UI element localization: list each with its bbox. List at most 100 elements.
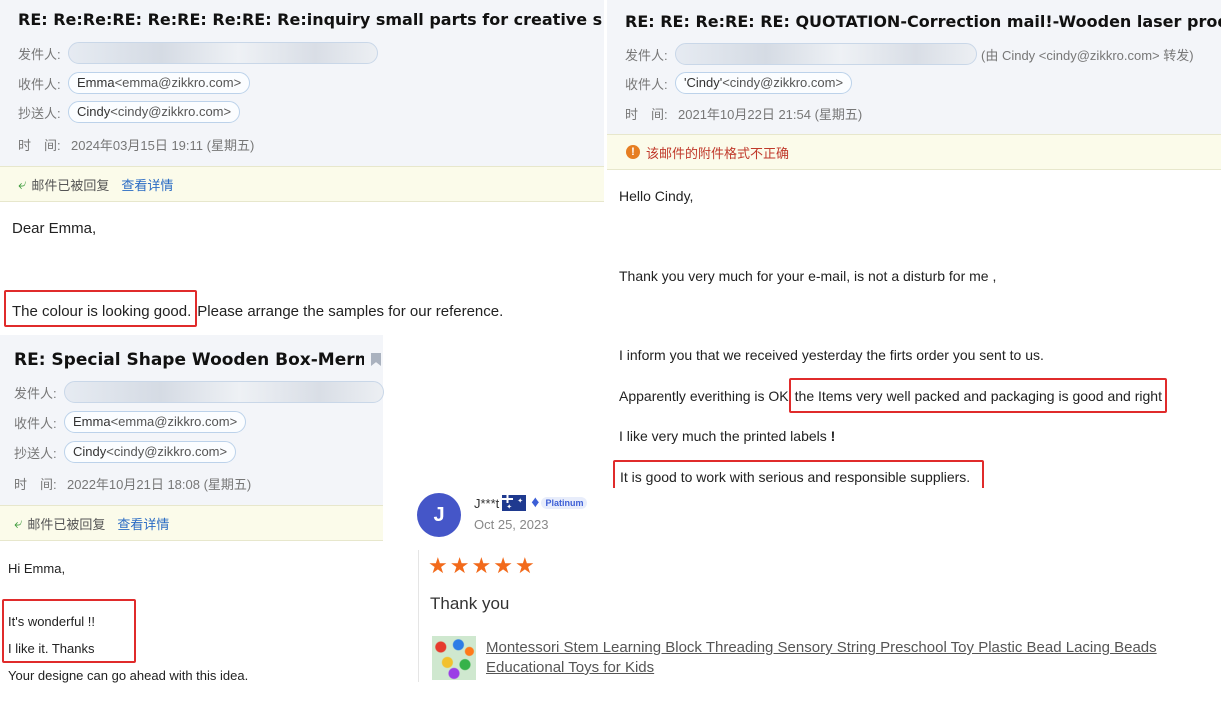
time-label: 时 间:: [14, 477, 57, 492]
email3-rest-line: Your designe can go ahead with this idea…: [8, 668, 249, 683]
email1-highlight-box: The colour is looking good.: [4, 290, 198, 327]
email3-cc-row: 抄送人: Cindy<cindy@zikkro.com>: [14, 441, 237, 463]
product-title-line2: Educational Toys for Kids: [486, 659, 655, 676]
email2-time: 2021年10月22日 21:54 (星期五): [678, 107, 863, 122]
forwarded-note: (由 Cindy <cindy@zikkro.com> 转发): [981, 47, 1194, 63]
view-details-link[interactable]: 查看详情: [121, 175, 173, 194]
email3-highlight-line2: I like it. Thanks: [8, 641, 95, 656]
diamond-icon: ♦: [531, 494, 540, 511]
email2-highlight-box-1: the Items very well packed and packaging…: [788, 378, 1167, 413]
time-label: 时 间:: [18, 138, 61, 153]
cc-chip[interactable]: Cindy<cindy@zikkro.com>: [64, 441, 237, 463]
email2-line2: I inform you that we received yesterday …: [619, 347, 1044, 363]
email1-cc-row: 抄送人: Cindy<cindy@zikkro.com>: [18, 101, 241, 123]
email3-time: 2022年10月21日 18:08 (星期五): [67, 477, 252, 492]
sender-chip-blurred[interactable]: [68, 42, 378, 64]
email2-line4-exclaim: !: [830, 428, 836, 444]
view-details-link[interactable]: 查看详情: [117, 514, 169, 533]
to-label: 收件人:: [18, 76, 61, 92]
email3-body: Hi Emma, It's wonderful !! I like it. Th…: [0, 541, 383, 706]
review-date: Oct 25, 2023: [474, 517, 549, 532]
email1-highlight-text: The colour is looking good.: [12, 303, 192, 320]
email2-highlight-text-1: the Items very well packed and packaging…: [794, 388, 1162, 404]
from-label: 发件人:: [625, 47, 668, 63]
email1-subject[interactable]: RE: Re:Re:RE: Re:RE: Re:RE: Re:inquiry s…: [18, 10, 602, 29]
reviewer-row: J***t ✦ ✦ ♦ Platinum: [474, 494, 588, 512]
platinum-badge: ♦ Platinum: [531, 494, 588, 512]
badge-label: Platinum: [541, 497, 588, 509]
reply-arrow-icon: ⤶: [14, 514, 23, 532]
email2-header: RE: RE: Re:RE: RE: QUOTATION-Correction …: [607, 0, 1221, 134]
recipient-name: 'Cindy': [684, 75, 723, 90]
cc-label: 抄送人:: [18, 105, 61, 121]
recipient-address: <cindy@zikkro.com>: [722, 75, 844, 90]
from-label: 发件人:: [14, 385, 57, 401]
email3-greeting: Hi Emma,: [8, 561, 66, 576]
cc-name: Cindy: [73, 444, 107, 459]
email3-highlight-line1: It's wonderful !!: [8, 614, 96, 629]
cc-label: 抄送人:: [14, 445, 57, 461]
email3-to-row: 收件人: Emma<emma@zikkro.com>: [14, 411, 247, 433]
reviewer-name: J***t: [474, 495, 500, 511]
email1-time: 2024年03月15日 19:11 (星期五): [71, 138, 255, 153]
reviewer-avatar: J: [417, 493, 461, 537]
email1-time-row: 时 间: 2024年03月15日 19:11 (星期五): [18, 135, 254, 154]
email2-line4: I like very much the printed labels !: [619, 428, 835, 444]
email3-subject[interactable]: RE: Special Shape Wooden Box-Mermaid: [14, 350, 364, 370]
replied-status: 邮件已被回复: [31, 177, 110, 193]
email2-line3-plain: Apparently everithing is OK: [619, 387, 789, 404]
recipient-name: Emma: [73, 414, 111, 429]
reply-arrow-icon: ⤶: [18, 175, 27, 193]
cc-address: <cindy@zikkro.com>: [110, 104, 232, 119]
cc-chip[interactable]: Cindy<cindy@zikkro.com>: [68, 101, 241, 123]
review-divider: [418, 550, 419, 682]
australia-flag-icon: ✦ ✦: [502, 495, 527, 511]
attachment-warning-text: 该邮件的附件格式不正确: [646, 145, 790, 161]
email1-rest-text: Please arrange the samples for our refer…: [197, 303, 504, 320]
star-icon: ★: [471, 553, 492, 578]
email2-greeting: Hello Cindy,: [619, 188, 694, 204]
email1-greeting: Dear Emma,: [12, 220, 97, 237]
replied-status: 邮件已被回复: [27, 516, 106, 532]
email2-subject[interactable]: RE: RE: Re:RE: RE: QUOTATION-Correction …: [625, 12, 1221, 31]
email1-from-row: 发件人:: [18, 42, 378, 64]
email2-line3: Apparently everithing is OK the Items ve…: [619, 378, 1167, 413]
email3-from-row: 发件人:: [14, 381, 384, 403]
time-label: 时 间:: [625, 107, 668, 122]
email1-body-line: The colour is looking good. Please arran…: [4, 290, 503, 327]
email3-reply-status-bar: ⤶ 邮件已被回复 查看详情: [0, 505, 383, 541]
email3-header: RE: Special Shape Wooden Box-Mermaid 发件人…: [0, 335, 384, 505]
email1-header: RE: Re:Re:RE: Re:RE: Re:RE: Re:inquiry s…: [0, 0, 604, 166]
sender-chip-blurred[interactable]: [675, 43, 977, 65]
email2-line1: Thank you very much for your e-mail, is …: [619, 268, 997, 284]
recipient-address: <emma@zikkro.com>: [114, 75, 242, 90]
recipient-chip[interactable]: Emma<emma@zikkro.com>: [64, 411, 247, 433]
email2-highlight-text-2: It is good to work with serious and resp…: [620, 469, 971, 485]
bookmark-icon[interactable]: [371, 353, 381, 366]
recipient-address: <emma@zikkro.com>: [110, 414, 238, 429]
star-icon: ★: [493, 553, 513, 578]
star-rating: ★ ★ ★ ★ ★: [428, 553, 537, 579]
sender-chip-blurred[interactable]: [64, 381, 384, 403]
review-text: Thank you: [430, 594, 510, 613]
recipient-name: Emma: [77, 75, 115, 90]
email2-from-row: 发件人: (由 Cindy <cindy@zikkro.com> 转发): [625, 43, 1194, 65]
email3-time-row: 时 间: 2022年10月21日 18:08 (星期五): [14, 474, 251, 493]
review-card: J J***t ✦ ✦ ♦ Platinum Oct 25, 2023 ★ ★ …: [384, 488, 1221, 706]
email1-to-row: 收件人: Emma<emma@zikkro.com>: [18, 72, 251, 94]
email2-time-row: 时 间: 2021年10月22日 21:54 (星期五): [625, 104, 862, 123]
warning-icon: !: [626, 145, 640, 159]
product-thumbnail[interactable]: [432, 636, 476, 680]
star-icon: ★: [428, 553, 448, 578]
email1-reply-status-bar: ⤶ 邮件已被回复 查看详情: [0, 166, 604, 202]
email2-attachment-warning-bar: ! 该邮件的附件格式不正确: [607, 134, 1221, 170]
recipient-chip[interactable]: 'Cindy'<cindy@zikkro.com>: [675, 72, 853, 94]
to-label: 收件人:: [14, 415, 57, 431]
email2-line4-text: I like very much the printed labels: [619, 428, 831, 444]
cc-name: Cindy: [77, 104, 111, 119]
product-link[interactable]: Montessori Stem Learning Block Threading…: [486, 638, 1221, 678]
from-label: 发件人:: [18, 46, 61, 62]
star-icon: ★: [449, 553, 470, 578]
recipient-chip[interactable]: Emma<emma@zikkro.com>: [68, 72, 251, 94]
product-title-line1: Montessori Stem Learning Block Threading…: [486, 639, 1157, 656]
